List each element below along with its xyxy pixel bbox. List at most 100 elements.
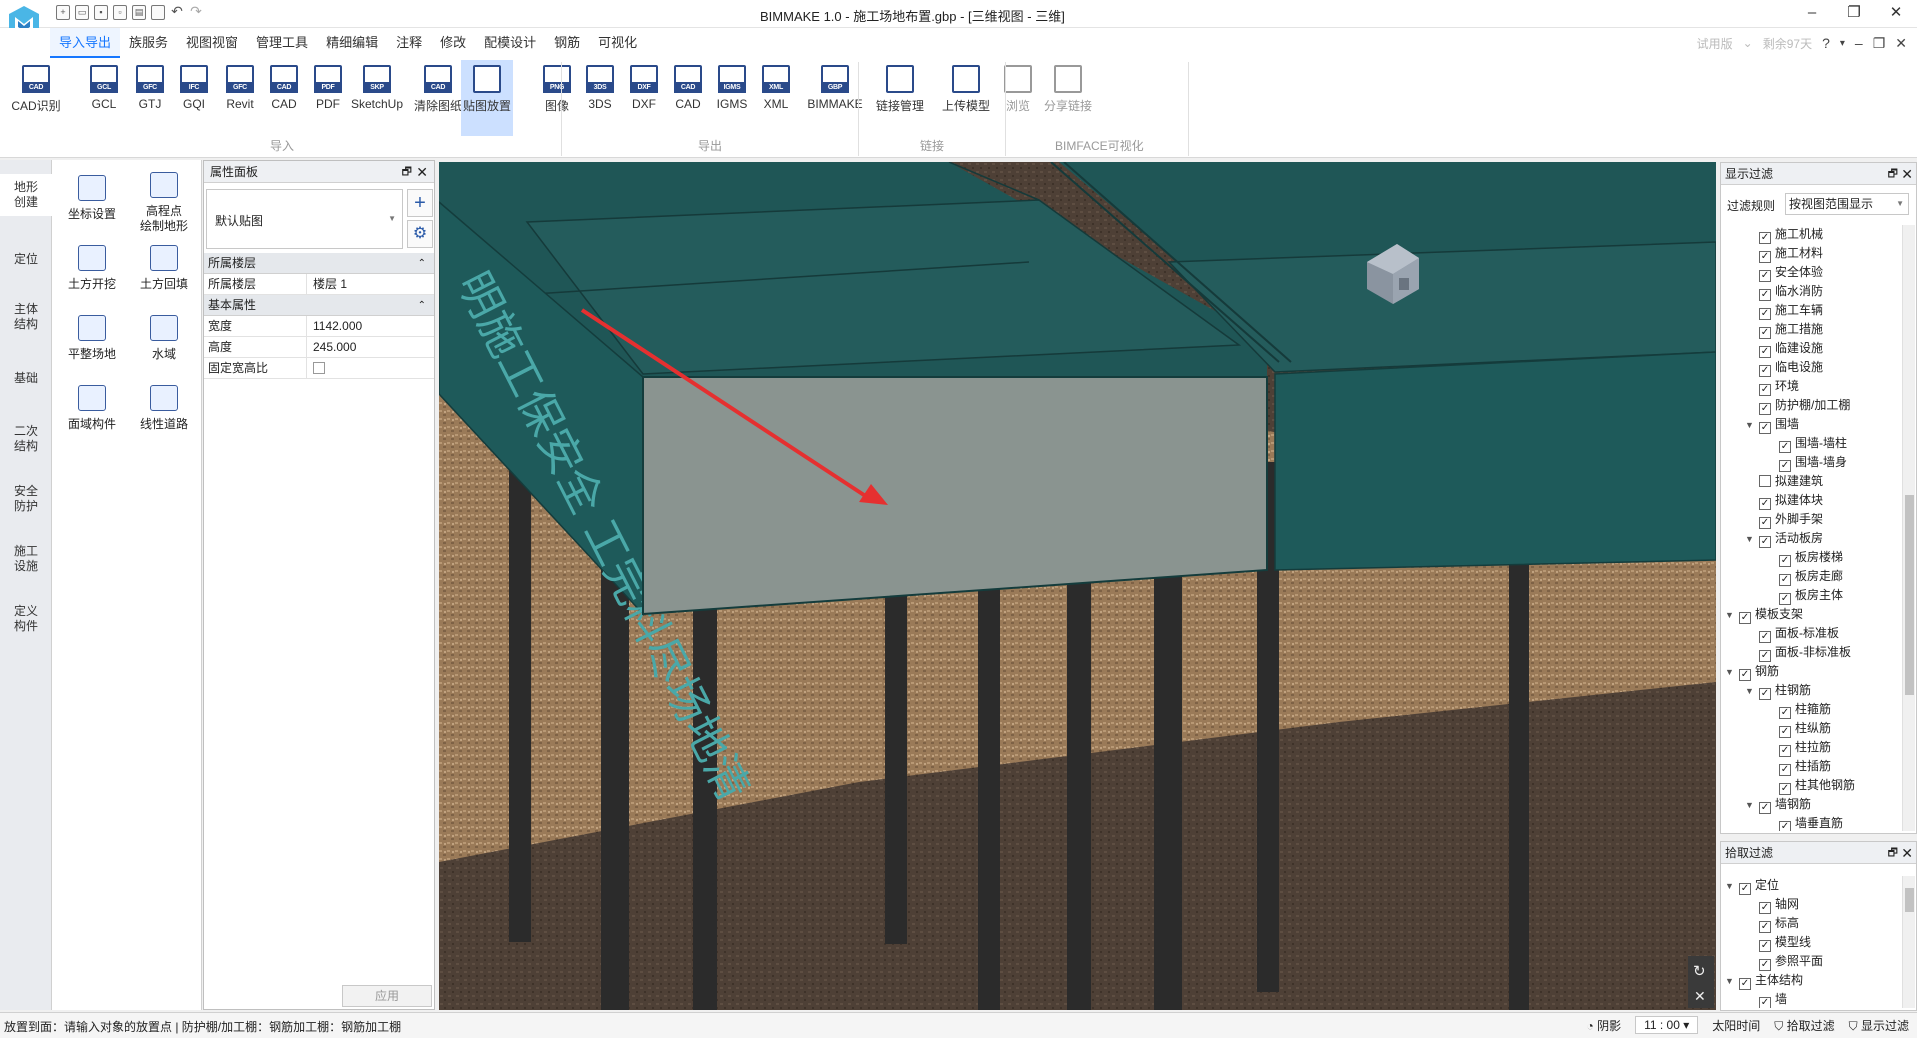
tree-checkbox[interactable]: ✓ — [1759, 940, 1771, 952]
tree-checkbox[interactable]: ✓ — [1759, 327, 1771, 339]
tree-item[interactable]: ▼ ✓ 定位 — [1725, 876, 1779, 895]
tree-checkbox[interactable]: ✓ — [1779, 783, 1791, 795]
shadow-toggle[interactable]: ◔ 阴影 — [1586, 1017, 1621, 1034]
ribbon-button[interactable]: CAD CAD识别 — [10, 60, 62, 120]
expand-arrow-icon[interactable]: ▼ — [1725, 606, 1739, 625]
doc-minimize-icon[interactable]: – — [1855, 35, 1863, 51]
chevron-down-icon[interactable]: ⌄ — [1743, 36, 1753, 50]
tree-checkbox[interactable]: ✓ — [1779, 726, 1791, 738]
linear-road-tool[interactable]: 线性道路 — [129, 385, 199, 432]
tree-checkbox[interactable]: ✓ — [1739, 978, 1751, 990]
tree-checkbox[interactable]: ✓ — [1759, 498, 1771, 510]
tree-checkbox[interactable]: ✓ — [1759, 631, 1771, 643]
category-tab[interactable]: 基础 — [0, 365, 52, 392]
tree-item[interactable]: ✓ 标高 — [1745, 914, 1799, 933]
new-file-icon[interactable]: + — [56, 5, 70, 20]
tree-item[interactable]: ▼ ✓ 钢筋 — [1725, 662, 1779, 681]
section-level[interactable]: 所属楼层 ⌃ — [204, 253, 434, 274]
tree-checkbox[interactable]: ✓ — [1779, 574, 1791, 586]
tree-item[interactable]: ✓ 面板-非标准板 — [1745, 643, 1851, 662]
tree-item[interactable]: ✓ 施工车辆 — [1745, 301, 1823, 320]
apply-button[interactable]: 应用 — [342, 985, 432, 1007]
ribbon-button[interactable]: XML XML — [750, 60, 802, 120]
doc-restore-icon[interactable]: ❐ — [1873, 35, 1886, 52]
tree-item[interactable]: 拟建建筑 — [1745, 472, 1823, 491]
tree-item[interactable]: ▼ ✓ 墙钢筋 — [1745, 795, 1811, 814]
ribbon-button[interactable]: SKP SketchUp — [346, 60, 408, 120]
scrollbar-thumb[interactable] — [1905, 888, 1914, 912]
coordinate-setting-tool[interactable]: 坐标设置 — [57, 175, 127, 222]
area-component-tool[interactable]: 面域构件 — [57, 385, 127, 432]
menu-tab[interactable]: 可视化 — [589, 28, 646, 58]
tree-item[interactable]: ✓ 安全体验 — [1745, 263, 1823, 282]
close-icon[interactable]: ✕ — [1901, 842, 1913, 864]
tree-checkbox[interactable]: ✓ — [1759, 997, 1771, 1008]
display-filter-toggle[interactable]: ⛉ 显示过滤 — [1849, 1017, 1909, 1034]
tree-checkbox[interactable]: ✓ — [1759, 251, 1771, 263]
restore-icon[interactable]: ❐ — [1833, 0, 1875, 28]
tree-checkbox[interactable]: ✓ — [1759, 902, 1771, 914]
save-icon[interactable]: ▪ — [94, 5, 108, 20]
tree-item[interactable]: ✓ 墙 — [1745, 990, 1787, 1008]
tree-item[interactable]: ✓ 拟建体块 — [1745, 491, 1823, 510]
tree-item[interactable]: ✓ 面板-标准板 — [1745, 624, 1839, 643]
tree-checkbox[interactable]: ✓ — [1759, 650, 1771, 662]
ribbon-button[interactable]: GCL GCL — [78, 60, 130, 120]
pin-icon[interactable]: 🗗 — [1888, 163, 1898, 185]
tree-item[interactable]: ✓ 环境 — [1745, 377, 1799, 396]
tree-item[interactable]: ✓ 板房主体 — [1765, 586, 1843, 605]
tree-item[interactable]: ▼ ✓ 模板支架 — [1725, 605, 1803, 624]
tree-checkbox[interactable]: ✓ — [1759, 289, 1771, 301]
tree-checkbox[interactable]: ✓ — [1759, 308, 1771, 320]
tree-checkbox[interactable]: ✓ — [1759, 270, 1771, 282]
close-icon[interactable]: ✕ — [1901, 163, 1913, 185]
filter-rule-select[interactable]: 按视图范围显示 ▼ — [1785, 193, 1909, 215]
type-settings-button[interactable]: ⚙ — [407, 220, 433, 248]
tree-checkbox[interactable]: ✓ — [1759, 346, 1771, 358]
3d-viewport[interactable]: 明施工保安全 工完料尽场地清 ↻ ✕ — [439, 162, 1716, 1010]
tree-item[interactable]: ✓ 临电设施 — [1745, 358, 1823, 377]
tree-item[interactable]: ✓ 临水消防 — [1745, 282, 1823, 301]
menu-tab[interactable]: 配模设计 — [475, 28, 545, 58]
tree-checkbox[interactable]: ✓ — [1759, 688, 1771, 700]
tree-checkbox[interactable]: ✓ — [1759, 802, 1771, 814]
tree-item[interactable]: ✓ 板房走廊 — [1765, 567, 1843, 586]
help-dropdown-icon[interactable]: ▾ — [1840, 38, 1845, 49]
tree-item[interactable]: ✓ 施工机械 — [1745, 225, 1823, 244]
ribbon-button[interactable]: CAD 清除图纸 — [412, 60, 464, 120]
save-as-icon[interactable]: ▫ — [113, 5, 127, 20]
tree-checkbox[interactable]: ✓ — [1759, 365, 1771, 377]
expand-arrow-icon[interactable]: ▼ — [1745, 682, 1759, 701]
tree-item[interactable]: ✓ 围墙-墙柱 — [1765, 434, 1847, 453]
tree-checkbox[interactable]: ✓ — [1759, 384, 1771, 396]
earth-backfill-tool[interactable]: 土方回填 — [129, 245, 199, 292]
tree-checkbox[interactable]: ✓ — [1779, 821, 1791, 831]
open-folder-icon[interactable]: ▭ — [75, 5, 89, 20]
close-icon[interactable]: ✕ — [1875, 0, 1917, 28]
height-input[interactable]: 245.000 — [306, 337, 434, 358]
category-tab[interactable]: 主体 结构 — [0, 296, 52, 338]
tree-item[interactable]: ✓ 临建设施 — [1745, 339, 1823, 358]
redo-icon[interactable]: ↷ — [189, 4, 203, 20]
menu-tab[interactable]: 注释 — [387, 28, 431, 58]
menu-tab[interactable]: 管理工具 — [247, 28, 317, 58]
tree-checkbox[interactable]: ✓ — [1779, 555, 1791, 567]
pin-icon[interactable]: 🗗 — [402, 161, 412, 183]
ribbon-button[interactable]: 链接管理 — [874, 60, 926, 120]
tree-checkbox[interactable]: ✓ — [1779, 441, 1791, 453]
tree-item[interactable]: ✓ 施工措施 — [1745, 320, 1823, 339]
expand-arrow-icon[interactable]: ▼ — [1745, 416, 1759, 435]
tree-item[interactable]: ✓ 墙垂直筋 — [1765, 814, 1843, 831]
menu-tab[interactable]: 导入导出 — [50, 28, 121, 58]
menu-tab[interactable]: 钢筋 — [545, 28, 589, 58]
tree-item[interactable]: ✓ 柱箍筋 — [1765, 700, 1831, 719]
ribbon-button[interactable]: 浏览 — [992, 60, 1044, 120]
tree-checkbox[interactable]: ✓ — [1779, 707, 1791, 719]
doc-close-icon[interactable]: ✕ — [1895, 35, 1907, 52]
sun-time-select[interactable]: 11 : 00 ▾ — [1635, 1016, 1699, 1034]
section-basic[interactable]: 基本属性 ⌃ — [204, 295, 434, 316]
tree-checkbox[interactable]: ✓ — [1739, 612, 1751, 624]
category-tab[interactable]: 地形 创建 — [0, 174, 52, 216]
tree-item[interactable]: ✓ 围墙-墙身 — [1765, 453, 1847, 472]
category-tab[interactable]: 安全 防护 — [0, 478, 52, 520]
